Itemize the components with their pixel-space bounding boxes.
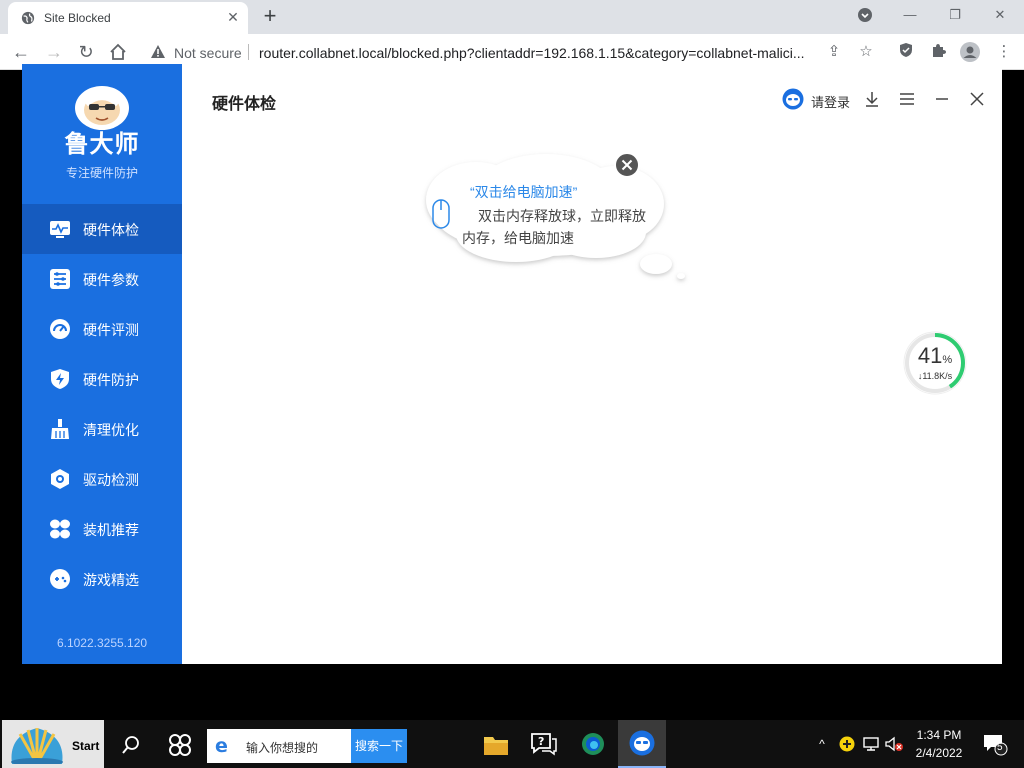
share-icon[interactable]: ⇪: [824, 42, 844, 62]
clock-date: 2/4/2022: [915, 746, 963, 760]
tab-search-icon[interactable]: [850, 4, 880, 26]
ie-logo-icon: e: [215, 735, 228, 755]
taskbar-search-box[interactable]: e 输入你想搜的 搜索一下: [207, 729, 407, 763]
sidebar-item-build-recommend[interactable]: 装机推荐: [22, 504, 182, 554]
sidebar-item-label: 游戏精选: [83, 572, 139, 588]
sidebar-item-label: 装机推荐: [83, 522, 139, 538]
taskbar: Start e 输入你想搜的 搜索一下 ? ^ 1:34 PM 2/4/2022: [0, 720, 1024, 768]
start-button[interactable]: Start: [2, 720, 104, 768]
close-window-icon[interactable]: ✕: [985, 4, 1015, 26]
ludashi-app-window: 鲁大师 专注硬件防护 硬件体检 硬件参数 硬件评测 硬件防护 清理优化 驱动检测…: [22, 64, 1002, 664]
sidebar-item-label: 清理优化: [83, 422, 139, 438]
sidebar-item-hardware-check[interactable]: 硬件体检: [22, 204, 182, 254]
params-list-icon: [50, 269, 70, 289]
network-icon[interactable]: [862, 734, 880, 754]
taskbar-search-placeholder[interactable]: 输入你想搜的: [246, 739, 318, 756]
sidebar-item-hardware-protect[interactable]: 硬件防护: [22, 354, 182, 404]
file-explorer-icon[interactable]: [472, 720, 520, 768]
memory-percent: 41%: [902, 343, 968, 369]
bookmark-star-icon[interactable]: ☆: [856, 42, 876, 62]
taskbar-search-button[interactable]: 搜索一下: [351, 729, 407, 763]
back-arrow-icon[interactable]: ←: [9, 40, 33, 64]
menu-hamburger-icon[interactable]: [897, 89, 917, 109]
speedometer-icon: [50, 319, 70, 339]
app-version: 6.1022.3255.120: [56, 636, 148, 650]
shell-start-icon: [11, 728, 63, 764]
bubble-close-icon[interactable]: [614, 152, 640, 178]
brand-name: 鲁大师: [64, 131, 140, 158]
profile-avatar-icon[interactable]: [960, 42, 980, 62]
memory-percent-unit: %: [942, 354, 953, 366]
help-chat-icon[interactable]: ?: [520, 720, 568, 768]
address-separator: [248, 44, 249, 60]
svg-text:?: ?: [538, 735, 544, 748]
sidebar-item-hardware-params[interactable]: 硬件参数: [22, 254, 182, 304]
user-avatar-icon: [782, 88, 804, 110]
sidebar-item-label: 硬件体检: [83, 222, 139, 238]
edge-browser-icon[interactable]: [569, 720, 617, 768]
tab-close-icon[interactable]: ✕: [225, 9, 241, 25]
page-area: 鲁大师 专注硬件防护 硬件体检 硬件参数 硬件评测 硬件防护 清理优化 驱动检测…: [0, 64, 1024, 720]
shield-extension-icon[interactable]: [896, 42, 916, 62]
restore-window-icon[interactable]: ❐: [940, 4, 970, 26]
globe-icon: [21, 11, 35, 25]
tray-security-icon[interactable]: [838, 734, 856, 754]
not-secure-label[interactable]: Not secure: [174, 45, 242, 61]
heartbeat-monitor-icon: [50, 221, 70, 238]
ludashi-taskbar-icon[interactable]: [618, 720, 666, 768]
sidebar-item-hardware-benchmark[interactable]: 硬件评测: [22, 304, 182, 354]
memory-percent-value: 41: [917, 343, 943, 368]
gear-hex-icon: [51, 469, 69, 489]
system-clock[interactable]: 1:34 PM 2/4/2022: [906, 726, 972, 762]
new-tab-button[interactable]: +: [260, 4, 280, 28]
brand-slogan: 专注硬件防护: [65, 166, 138, 180]
sidebar-item-driver-check[interactable]: 驱动检测: [22, 454, 182, 504]
sidebar-item-label: 硬件参数: [83, 272, 139, 288]
tip-title: “双击给电脑加速”: [470, 184, 578, 200]
start-label: Start: [72, 739, 100, 753]
download-icon[interactable]: [862, 89, 882, 109]
broom-icon: [51, 419, 69, 439]
gamepad-icon: [50, 569, 70, 589]
home-icon[interactable]: [106, 40, 130, 64]
minimize-window-icon[interactable]: —: [895, 4, 925, 26]
url-text[interactable]: router.collabnet.local/blocked.php?clien…: [259, 45, 819, 61]
fan-icon: [50, 519, 70, 539]
extensions-puzzle-icon[interactable]: [928, 42, 948, 62]
search-icon[interactable]: [118, 732, 144, 758]
volume-muted-icon[interactable]: [884, 734, 904, 754]
browser-menu-icon[interactable]: ⋮: [994, 42, 1014, 62]
memory-speed-ball[interactable]: 41% ↓11.8K/s: [902, 330, 968, 396]
reload-icon[interactable]: ↻: [74, 40, 98, 64]
tip-text: 双击内存释放球，立即释放内存，给电脑加速: [462, 208, 646, 246]
forward-arrow-icon[interactable]: →: [42, 40, 66, 64]
task-view-flower-icon[interactable]: [167, 732, 193, 758]
svg-text:e: e: [215, 735, 228, 755]
browser-tab[interactable]: Site Blocked ✕: [8, 2, 248, 34]
sidebar-item-label: 驱动检测: [83, 472, 139, 488]
mouse-icon: [432, 199, 450, 229]
tip-bubble: “双击给电脑加速” 双击内存释放球，立即释放内存，给电脑加速: [406, 146, 696, 296]
tray-expand-chevron-icon[interactable]: ^: [814, 734, 830, 754]
notification-count: 5: [997, 742, 1003, 753]
sidebar-item-label: 硬件防护: [83, 372, 139, 388]
lightning-shield-icon: [51, 369, 69, 389]
sidebar-item-cleanup[interactable]: 清理优化: [22, 404, 182, 454]
clock-time: 1:34 PM: [916, 728, 962, 742]
address-bar[interactable]: Not secure router.collabnet.local/blocke…: [140, 38, 884, 66]
browser-tab-bar: Site Blocked ✕ + — ❐ ✕: [0, 0, 1024, 34]
sidebar-menu: 硬件体检 硬件参数 硬件评测 硬件防护 清理优化 驱动检测 装机推荐 游戏精选: [22, 204, 182, 604]
app-minimize-icon[interactable]: [932, 89, 952, 109]
warning-triangle-icon[interactable]: [150, 44, 166, 60]
sidebar: 鲁大师 专注硬件防护 硬件体检 硬件参数 硬件评测 硬件防护 清理优化 驱动检测…: [22, 64, 182, 664]
notification-center-icon[interactable]: 5: [982, 732, 1008, 756]
login-label: 请登录: [811, 95, 851, 110]
tab-title: Site Blocked: [44, 11, 111, 25]
sidebar-item-game-picks[interactable]: 游戏精选: [22, 554, 182, 604]
sidebar-item-label: 硬件评测: [83, 322, 139, 338]
app-close-icon[interactable]: [967, 89, 987, 109]
page-title: 硬件体检: [212, 96, 277, 113]
network-speed: ↓11.8K/s: [917, 371, 953, 381]
